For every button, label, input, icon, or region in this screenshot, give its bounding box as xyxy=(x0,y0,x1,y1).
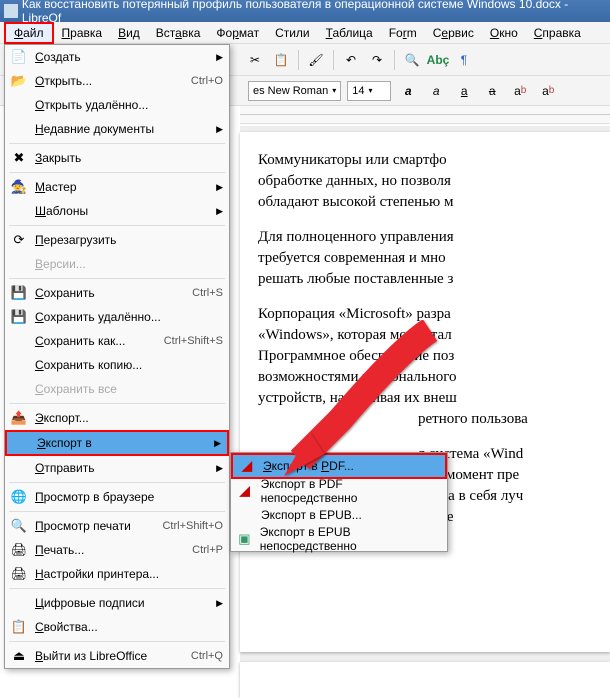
bold-icon[interactable]: a xyxy=(397,80,419,102)
subscript-icon[interactable]: ab xyxy=(537,80,559,102)
file-menu-item[interactable]: Экспорт в▶ xyxy=(5,430,229,456)
file-menu-item[interactable]: 🌐Просмотр в браузере xyxy=(5,485,229,509)
menu-window[interactable]: Окно xyxy=(482,24,526,42)
file-menu-item[interactable]: Шаблоны▶ xyxy=(5,199,229,223)
file-menu-item[interactable]: Сохранить как...Ctrl+Shift+S xyxy=(5,329,229,353)
file-menu-item[interactable]: 🔍Просмотр печатиCtrl+Shift+O xyxy=(5,514,229,538)
file-menu-item[interactable]: Открыть удалённо... xyxy=(5,93,229,117)
window-title: Как восстановить потерянный профиль поль… xyxy=(22,0,606,25)
file-menu-item[interactable]: 💾Сохранить удалённо... xyxy=(5,305,229,329)
export-submenu-item[interactable]: ▣Экспорт в EPUB непосредственно xyxy=(231,527,447,551)
superscript-icon[interactable]: ab xyxy=(509,80,531,102)
font-name-combo[interactable]: es New Roman▾ xyxy=(248,81,341,101)
file-menu-item[interactable]: 🖨Печать...Ctrl+P xyxy=(5,538,229,562)
file-menu-item[interactable]: 📤Экспорт... xyxy=(5,406,229,430)
menu-form[interactable]: Form xyxy=(381,24,425,42)
strike-icon[interactable]: a xyxy=(481,80,503,102)
menu-edit[interactable]: Правка xyxy=(54,24,111,42)
epub-icon: ▣ xyxy=(235,531,254,547)
copy-icon[interactable]: 📋 xyxy=(270,49,292,71)
menu-format[interactable]: Формат xyxy=(208,24,267,42)
export-submenu-item[interactable]: ◢Экспорт в PDF... xyxy=(231,453,447,479)
export-submenu-item[interactable]: ◢Экспорт в PDF непосредственно xyxy=(231,479,447,503)
file-menu-dropdown: 📄Создать▶📂Открыть...Ctrl+OОткрыть удалён… xyxy=(4,44,230,669)
file-menu-item[interactable]: 🖨Настройки принтера... xyxy=(5,562,229,586)
file-menu-item[interactable]: 🧙Мастер▶ xyxy=(5,175,229,199)
file-menu-item[interactable]: ⏏Выйти из LibreOfficeCtrl+Q xyxy=(5,644,229,668)
file-menu-item: Сохранить все xyxy=(5,377,229,401)
spellcheck-icon[interactable]: Abç xyxy=(427,49,449,71)
export-to-submenu: ◢Экспорт в PDF...◢Экспорт в PDF непосред… xyxy=(230,452,448,552)
undo-icon[interactable]: ↶ xyxy=(340,49,362,71)
menu-help[interactable]: Справка xyxy=(526,24,589,42)
italic-icon[interactable]: a xyxy=(425,80,447,102)
file-menu-item[interactable]: Цифровые подписи▶ xyxy=(5,591,229,615)
file-menu-item[interactable]: 📂Открыть...Ctrl+O xyxy=(5,69,229,93)
document-page[interactable]: Коммуникаторы или смартфообработке данны… xyxy=(240,132,610,652)
window-titlebar: Как восстановить потерянный профиль поль… xyxy=(0,0,610,22)
export-submenu-item[interactable]: Экспорт в EPUB... xyxy=(231,503,447,527)
app-icon xyxy=(4,4,18,18)
menu-styles[interactable]: Стили xyxy=(267,24,318,42)
pdf-icon: ◢ xyxy=(235,483,255,499)
font-size-combo[interactable]: 14▾ xyxy=(347,81,391,101)
file-menu-item: Версии... xyxy=(5,252,229,276)
file-menu-item[interactable]: 💾СохранитьCtrl+S xyxy=(5,281,229,305)
menu-insert[interactable]: Вставка xyxy=(148,24,209,42)
document-area: Коммуникаторы или смартфообработке данны… xyxy=(240,126,610,666)
file-menu-item[interactable]: 📋Свойства... xyxy=(5,615,229,639)
menu-file[interactable]: Файл xyxy=(4,22,54,44)
menu-table[interactable]: Таблица xyxy=(318,24,381,42)
file-menu-item[interactable]: Сохранить копию... xyxy=(5,353,229,377)
cut-icon[interactable]: ✂ xyxy=(244,49,266,71)
search-icon[interactable]: 🔍 xyxy=(401,49,423,71)
file-menu-item[interactable]: Недавние документы▶ xyxy=(5,117,229,141)
file-menu-item[interactable]: ✖Закрыть xyxy=(5,146,229,170)
document-page-next[interactable] xyxy=(240,662,610,698)
ruler xyxy=(240,106,610,124)
file-menu-item[interactable]: ⟳Перезагрузить xyxy=(5,228,229,252)
file-menu-item[interactable]: 📄Создать▶ xyxy=(5,45,229,69)
underline-icon[interactable]: a xyxy=(453,80,475,102)
menu-tools[interactable]: Сервис xyxy=(425,24,482,42)
menubar: Файл Правка Вид Вставка Формат Стили Таб… xyxy=(0,22,610,44)
menu-view[interactable]: Вид xyxy=(110,24,148,42)
file-menu-item[interactable]: Отправить▶ xyxy=(5,456,229,480)
redo-icon[interactable]: ↷ xyxy=(366,49,388,71)
pdf-icon: ◢ xyxy=(237,458,257,474)
paint-icon[interactable]: 🖌 xyxy=(305,49,327,71)
pilcrow-icon[interactable]: ¶ xyxy=(453,49,475,71)
